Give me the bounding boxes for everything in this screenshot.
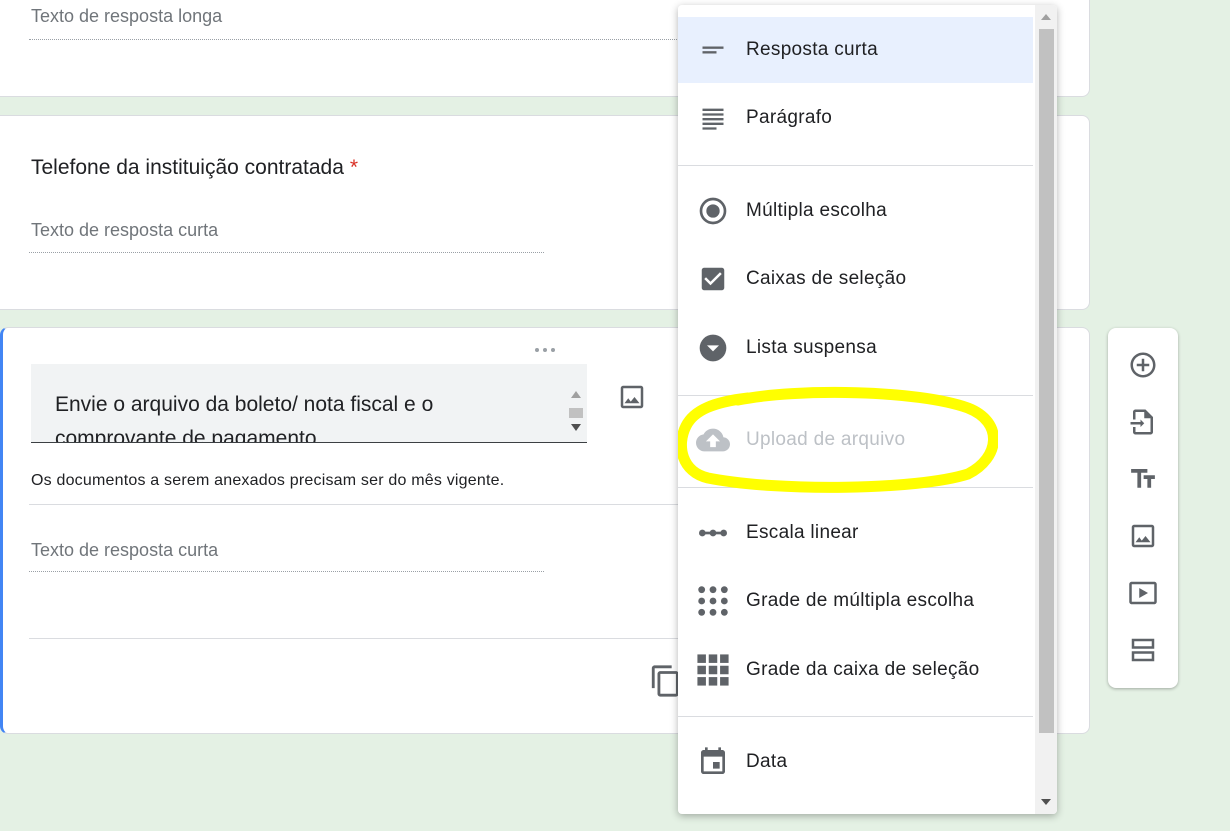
menu-scrollbar[interactable]: [1035, 5, 1057, 814]
dropdown-icon: [696, 331, 730, 365]
menu-item-multiple-choice[interactable]: Múltipla escolha: [678, 178, 1033, 244]
grid-dots-icon: [696, 584, 730, 618]
linear-scale-icon: [696, 516, 730, 550]
import-questions-icon[interactable]: [1128, 407, 1158, 437]
question-title-input[interactable]: Envie o arquivo da boleto/ nota fiscal e…: [31, 364, 587, 443]
question-title: Telefone da instituição contratada *: [31, 156, 358, 180]
title-scrollbar[interactable]: [565, 364, 587, 442]
menu-item-paragraph[interactable]: Parágrafo: [678, 85, 1033, 151]
menu-item-checkboxes[interactable]: Caixas de seleção: [678, 246, 1033, 312]
menu-item-dropdown[interactable]: Lista suspensa: [678, 315, 1033, 381]
menu-divider: [678, 716, 1033, 717]
footer-divider: [29, 638, 689, 639]
add-question-icon[interactable]: [1128, 350, 1158, 380]
long-answer-placeholder: Texto de resposta longa: [31, 6, 223, 26]
menu-item-checkbox-grid[interactable]: Grade da caixa de seleção: [678, 637, 1033, 703]
menu-item-label: Caixas de seleção: [746, 268, 907, 289]
menu-item-label: Parágrafo: [746, 107, 833, 128]
menu-item-label: Resposta curta: [746, 39, 878, 60]
menu-item-label: Lista suspensa: [746, 337, 877, 358]
short-answer-underline: [29, 571, 544, 572]
highlight-annotation: [678, 386, 998, 493]
menu-item-label: Múltipla escolha: [746, 200, 888, 221]
add-image-icon[interactable]: [617, 382, 647, 417]
short-answer-underline: [29, 252, 544, 253]
side-toolbar: [1108, 328, 1178, 688]
radio-icon: [696, 194, 730, 228]
question-title-text: Telefone da instituição contratada: [31, 156, 344, 179]
menu-item-short-answer[interactable]: Resposta curta: [678, 17, 1033, 83]
grid-squares-icon: [696, 653, 730, 687]
long-answer-underline: [29, 39, 729, 40]
short-answer-icon: [696, 33, 730, 67]
add-section-icon[interactable]: [1128, 635, 1158, 665]
add-title-icon[interactable]: [1128, 464, 1158, 494]
menu-item-label: Grade da caixa de seleção: [746, 659, 980, 680]
question-description: Os documentos a serem anexados precisam …: [31, 472, 505, 489]
menu-divider: [678, 165, 1033, 166]
question-title-text: Envie o arquivo da boleto/ nota fiscal e…: [55, 393, 434, 443]
menu-item-linear-scale[interactable]: Escala linear: [678, 500, 1033, 566]
menu-scrollbar-thumb[interactable]: [1039, 29, 1054, 733]
paragraph-icon: [696, 101, 730, 135]
menu-item-mc-grid[interactable]: Grade de múltipla escolha: [678, 568, 1033, 634]
checkbox-icon: [696, 262, 730, 296]
add-video-icon[interactable]: [1128, 578, 1158, 608]
menu-item-date[interactable]: Data: [678, 729, 1033, 795]
menu-item-label: Escala linear: [746, 522, 859, 543]
calendar-icon: [696, 745, 730, 779]
required-asterisk: *: [349, 156, 359, 179]
menu-item-label: Grade de múltipla escolha: [746, 590, 975, 611]
description-divider: [29, 504, 689, 505]
menu-item-label: Data: [746, 751, 788, 772]
add-image-icon[interactable]: [1128, 521, 1158, 551]
short-answer-placeholder: Texto de resposta curta: [31, 540, 219, 560]
short-answer-placeholder: Texto de resposta curta: [31, 220, 219, 240]
